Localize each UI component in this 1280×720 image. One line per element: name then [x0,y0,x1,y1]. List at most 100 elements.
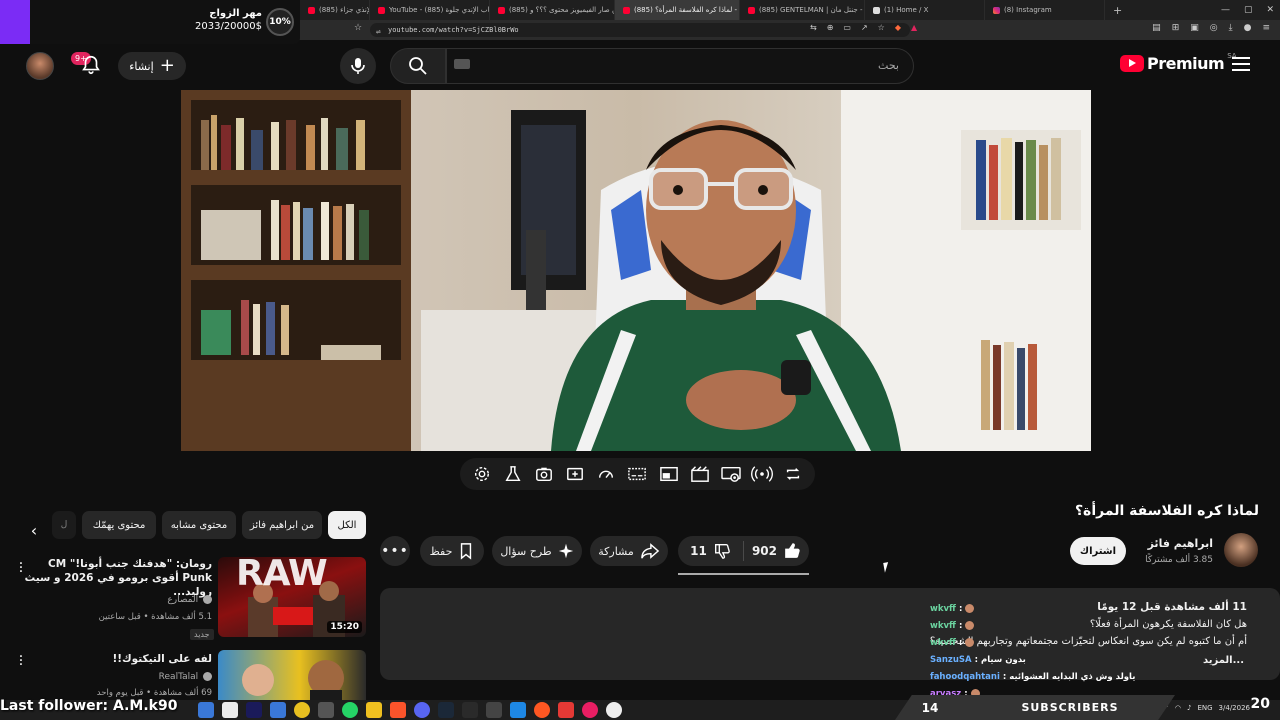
browser-tab[interactable]: (885) ليش صار الفيميويز محتوى ؟؟؟ و... [490,0,615,20]
like-button[interactable]: 902 [744,542,809,560]
rewards-icon[interactable]: ▲ [911,23,917,32]
chat-username: wkvff [930,620,956,631]
menu-icon[interactable]: ≡ [1262,23,1270,33]
minimize-icon[interactable]: — [1221,5,1230,15]
recommendation-title[interactable]: لفه على التيكتوك!! [22,652,212,666]
chip-similar[interactable]: محتوى مشابه [162,511,236,539]
calendar-icon[interactable] [222,702,238,718]
keyboard-icon[interactable] [454,59,470,69]
video-player[interactable] [181,90,1091,451]
app-icon[interactable] [510,702,526,718]
whatsapp-icon[interactable] [342,702,358,718]
zoom-icon[interactable]: ⊕ [827,23,834,32]
lab-flask-icon[interactable] [501,462,525,486]
folder-icon[interactable] [366,702,382,718]
vpn-icon[interactable]: ◎ [1210,23,1218,33]
hamburger-menu-icon[interactable] [1232,57,1250,71]
notifications-bell-icon[interactable] [80,54,102,76]
photoshop-icon[interactable] [270,702,286,718]
browser-tab-active[interactable]: (885) لماذا كره الفلاسفة المرأة؟ - ...✕ [615,0,740,20]
steam-icon[interactable] [438,702,454,718]
taskbar-date: 3/4/2026 [1218,704,1250,712]
subtitles-icon[interactable] [625,462,649,486]
search-input[interactable]: بحث [446,48,914,84]
brave-shield-icon[interactable]: ◆ [895,23,901,32]
youtube-premium-logo[interactable]: Premium SA [1120,52,1237,73]
volume-icon[interactable]: ♪ [1187,704,1191,712]
playback-speed-icon[interactable] [594,462,618,486]
wifi-icon[interactable]: ◠ [1175,704,1181,712]
recommendation-channel[interactable]: RealTalal [159,672,212,682]
recommendation-thumbnail[interactable] [218,650,366,700]
translate-icon[interactable]: ⇆ [810,23,817,32]
create-button[interactable]: إنشاء + [118,52,186,80]
recommendation-channel[interactable]: المصارع [167,595,212,605]
app-icon[interactable] [606,702,622,718]
install-icon[interactable]: ▭ [843,23,851,32]
chip-more[interactable]: ل [52,511,76,539]
dislike-button[interactable]: 11 [678,542,743,560]
star-icon[interactable]: ☆ [878,23,885,32]
discord-icon[interactable] [414,702,430,718]
browser-tab[interactable]: (8) Instagram [985,0,1105,20]
more-vertical-icon[interactable]: · · · [16,650,26,672]
browser-tab[interactable]: (885) أتعاب الإنذي جزاء ... [300,0,370,20]
subscribe-button[interactable]: اشتراك [1070,537,1126,565]
screenshot-camera-icon[interactable] [532,462,556,486]
chip-all[interactable]: الكل [328,511,366,539]
add-to-queue-icon[interactable] [563,462,587,486]
more-actions-button[interactable]: ••• [380,536,410,566]
browser-tab[interactable]: (1) Home / X [865,0,985,20]
live-broadcast-icon[interactable] [750,462,774,486]
share-page-icon[interactable]: ↗ [861,23,868,32]
brave-icon[interactable] [390,702,406,718]
sidebar-icon[interactable]: ▤ [1152,23,1161,33]
settings-app-icon[interactable] [486,702,502,718]
edge-icon[interactable] [198,702,214,718]
channel-avatar[interactable] [1224,533,1258,567]
chevron-left-icon[interactable]: ‹ [22,518,46,542]
site-info-icon[interactable]: ⇌ [376,25,381,39]
obs-icon[interactable] [318,702,334,718]
share-button[interactable]: مشاركة [590,536,668,566]
more-vertical-icon[interactable]: · · · [16,557,26,579]
search-button[interactable] [390,48,446,84]
close-window-icon[interactable]: ✕ [1266,5,1274,15]
browser-tab[interactable]: (885) GENTELMAN | جنتل مان - YouT... [740,0,865,20]
tab-label: (885) GENTELMAN | جنتل مان - YouT... [759,6,864,14]
new-tab-button[interactable]: + [1105,0,1135,20]
recommendation-title[interactable]: رومان: "هدفنك جنب أبونا!" CM Punk أقوى ب… [22,557,212,599]
settings-gear-icon[interactable] [470,462,494,486]
terminal-icon[interactable] [462,702,478,718]
firefox-icon[interactable] [534,702,550,718]
chat-username: wkvff [930,603,956,614]
show-more-link[interactable]: ...المزيد [1203,655,1244,666]
maximize-icon[interactable]: ▢ [1244,5,1253,15]
thumbs-up-icon [785,543,800,558]
premiere-icon[interactable] [246,702,262,718]
browser-tab[interactable]: YouTube - أتعاب الإندي جلوة (885) [370,0,490,20]
app-icon[interactable] [582,702,598,718]
loop-icon[interactable] [781,462,805,486]
clip-icon[interactable] [688,462,712,486]
bookmark-save-icon [461,543,472,560]
cast-view-icon[interactable] [719,462,743,486]
microphone-icon [351,58,365,74]
channel-name[interactable]: ابراهيم فائز [1148,537,1213,550]
download-icon[interactable]: ⤓ [1229,23,1233,33]
ask-button[interactable]: طرح سؤال [492,536,582,566]
wallet-icon[interactable]: ▣ [1190,23,1199,33]
language-indicator[interactable]: ENG [1197,704,1212,712]
account-avatar[interactable] [26,52,54,80]
extensions-icon[interactable]: ⊞ [1172,23,1180,33]
recommendation-thumbnail[interactable]: RAW 15:20 [218,557,366,637]
chip-for-you[interactable]: محتوى يهمّك [82,511,156,539]
save-button[interactable]: حفظ [420,536,484,566]
bookmark-icon[interactable]: ☆ [354,23,362,33]
miniplayer-icon[interactable] [657,462,681,486]
voice-search-button[interactable] [340,48,376,84]
chrome-icon[interactable] [294,702,310,718]
app-icon[interactable] [558,702,574,718]
profile-icon[interactable]: ● [1244,23,1252,33]
chip-from-channel[interactable]: من ابراهيم فائز [242,511,322,539]
